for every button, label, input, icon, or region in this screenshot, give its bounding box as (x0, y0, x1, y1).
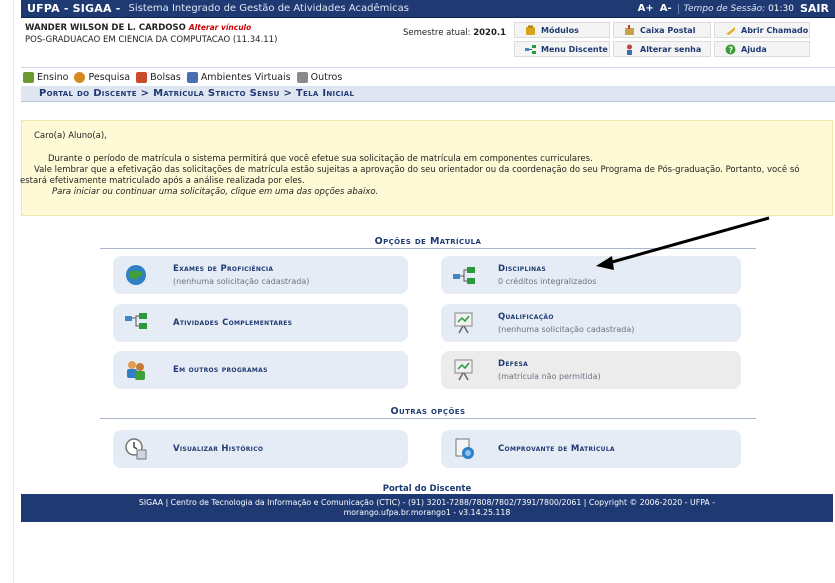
option-title: Atividades Complementares (173, 318, 293, 328)
option-title: Em outros programas (173, 365, 268, 375)
certificate-icon (453, 438, 475, 460)
option-title: Visualizar Histórico (173, 444, 264, 454)
option-title: Disciplinas (498, 264, 546, 274)
modules-icon (525, 25, 536, 36)
teaching-icon (23, 71, 34, 83)
menu-label-outros: Outros (310, 71, 343, 83)
notice-line-1: Durante o período de matrícula o sistema… (48, 154, 593, 164)
quick-links: Módulos Caixa Postal Abrir Chamado Menu … (514, 22, 810, 57)
presentation-icon (453, 359, 475, 381)
notice-line-2-text: Vale lembrar que a efetivação das solici… (20, 165, 800, 186)
info-notice: Caro(a) Aluno(a), Durante o período de m… (20, 120, 833, 216)
mailbox-button[interactable]: Caixa Postal (613, 22, 711, 38)
portal-footer-title: Portal do Discente (382, 484, 472, 494)
option-subtitle: (matrícula não permitida) (498, 372, 601, 381)
menu-item-ensino[interactable]: Ensino (23, 71, 69, 83)
virtual-env-icon (186, 71, 198, 83)
logout-button[interactable]: SAIR (800, 2, 829, 15)
session-time: 01:30 (768, 3, 794, 14)
semester-label: Semestre atual: (403, 28, 471, 38)
change-password-label: Alterar senha (640, 44, 702, 54)
option-title: Defesa (498, 359, 529, 369)
network-icon (125, 312, 147, 334)
option-title: Exames de Proficiência (173, 264, 274, 274)
mailbox-icon (624, 24, 635, 36)
page-footer: SIGAA | Centro de Tecnologia da Informaç… (21, 494, 833, 522)
help-icon: ? (725, 44, 736, 55)
session-label: Tempo de Sessão: (683, 3, 766, 14)
section-divider (100, 248, 756, 249)
menu-label-ensino: Ensino (37, 71, 69, 83)
network-icon (453, 264, 475, 286)
option-outros-programas[interactable]: Em outros programas (113, 351, 408, 389)
user-course: POS-GRADUACAO EM CIENCIA DA COMPUTACAO (… (25, 35, 278, 45)
scholarship-icon (136, 71, 148, 83)
change-password-button[interactable]: Alterar senha (613, 41, 711, 57)
option-subtitle: (nenhuma solicitação cadastrada) (173, 277, 310, 286)
footer-line-1: SIGAA | Centro de Tecnologia da Informaç… (138, 498, 716, 507)
others-icon (296, 71, 308, 83)
alter-vinculo-link[interactable]: Alterar vínculo (189, 23, 251, 32)
top-bar: UFPA - SIGAA - Sistema Integrado de Gest… (21, 0, 835, 18)
section-title-matricula: Opções de Matrícula (374, 236, 482, 247)
modules-label: Módulos (541, 25, 579, 35)
option-title: Qualificação (498, 312, 554, 322)
current-semester: Semestre atual: 2020.1 (403, 28, 506, 38)
option-disciplinas[interactable]: Disciplinas 0 créditos integralizados (441, 256, 741, 294)
session-timer: Tempo de Sessão: 01:30 (677, 3, 794, 14)
option-defesa[interactable]: Defesa (matrícula não permitida) (441, 351, 741, 389)
font-decrease-button[interactable]: A- (660, 3, 672, 14)
page-wrapper: UFPA - SIGAA - Sistema Integrado de Gest… (20, 0, 835, 522)
modules-button[interactable]: Módulos (514, 22, 610, 38)
notice-line-3: Para iniciar ou continuar uma solicitaçã… (52, 187, 379, 197)
menu-item-outros[interactable]: Outros (296, 71, 343, 83)
option-atividades-complementares[interactable]: Atividades Complementares (113, 304, 408, 342)
breadcrumb: Portal do Discente > Matrícula Stricto S… (21, 86, 835, 102)
option-subtitle: (nenhuma solicitação cadastrada) (498, 325, 635, 334)
notice-greeting: Caro(a) Aluno(a), (34, 131, 107, 141)
main-menu: Ensino Pesquisa Bolsas Ambientes Virtuai… (21, 68, 835, 86)
option-title: Comprovante de Matrícula (498, 444, 615, 454)
menu-label-pesquisa: Pesquisa (88, 71, 131, 83)
option-qualificacao[interactable]: Qualificação (nenhuma solicitação cadast… (441, 304, 741, 342)
open-ticket-button[interactable]: Abrir Chamado (714, 22, 810, 38)
globe-icon (125, 264, 147, 286)
student-menu-icon (525, 44, 536, 55)
student-menu-button[interactable]: Menu Discente (514, 41, 610, 57)
section-title-outras: Outras opções (390, 406, 466, 417)
system-subtitle: Sistema Integrado de Gestão de Atividade… (128, 3, 409, 14)
menu-item-pesquisa[interactable]: Pesquisa (74, 71, 131, 83)
ticket-icon (725, 25, 736, 36)
user-info-bar: WANDER WILSON DE L. CARDOSO Alterar víncu… (21, 18, 835, 68)
user-name: WANDER WILSON DE L. CARDOSO (25, 23, 186, 33)
mailbox-label: Caixa Postal (640, 25, 696, 35)
notice-line-2: Vale lembrar que a efetivação das solici… (20, 165, 820, 187)
option-visualizar-historico[interactable]: Visualizar Histórico (113, 430, 408, 468)
user-info: WANDER WILSON DE L. CARDOSO Alterar víncu… (25, 22, 277, 46)
menu-item-ambientes[interactable]: Ambientes Virtuais (186, 71, 291, 83)
svg-text:?: ? (729, 45, 734, 54)
help-button[interactable]: ? Ajuda (714, 41, 810, 57)
people-icon (125, 359, 147, 381)
key-icon (624, 44, 635, 55)
brand-title: UFPA - SIGAA - (27, 2, 121, 15)
top-bar-actions: A+ A- Tempo de Sessão: 01:30 SAIR (638, 2, 829, 15)
open-ticket-label: Abrir Chamado (741, 25, 809, 35)
footer-line-2: morango.ufpa.br.morango1 - v3.14.25.118 (343, 508, 511, 517)
option-subtitle: 0 créditos integralizados (498, 277, 597, 286)
research-icon (74, 71, 86, 83)
semester-value: 2020.1 (473, 28, 507, 38)
menu-label-ambientes: Ambientes Virtuais (200, 71, 291, 83)
section-divider (100, 418, 756, 419)
menu-item-bolsas[interactable]: Bolsas (136, 71, 181, 83)
menu-label-bolsas: Bolsas (150, 71, 181, 83)
font-increase-button[interactable]: A+ (638, 3, 654, 14)
help-label: Ajuda (741, 44, 767, 54)
left-margin (0, 0, 14, 583)
presentation-icon (453, 312, 475, 334)
option-comprovante-matricula[interactable]: Comprovante de Matrícula (441, 430, 741, 468)
history-icon (125, 438, 147, 460)
student-menu-label: Menu Discente (541, 44, 608, 54)
option-exames-proficiencia[interactable]: Exames de Proficiência (nenhuma solicita… (113, 256, 408, 294)
